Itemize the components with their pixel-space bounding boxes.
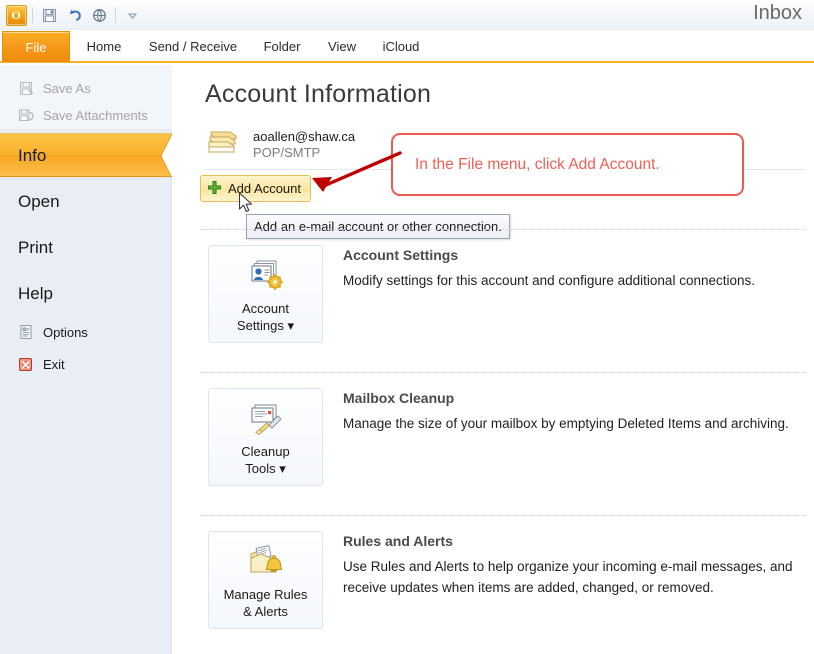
cleanup-tools-button[interactable]: Cleanup Tools ▾ [208, 388, 323, 486]
qat-divider-1 [32, 7, 33, 23]
account-settings-button[interactable]: Account Settings ▾ [208, 245, 323, 343]
cleanup-tools-icon [248, 401, 284, 437]
account-email: aoallen@shaw.ca [253, 128, 356, 144]
sidebar-item-open[interactable]: Open [18, 187, 60, 217]
rules-alerts-heading: Rules and Alerts [343, 533, 453, 549]
account-type: POP/SMTP [253, 144, 321, 160]
mail-folder-stack-icon [205, 126, 243, 163]
manage-rules-alerts-button[interactable]: Manage Rules & Alerts [208, 531, 323, 629]
undo-icon[interactable] [62, 3, 86, 27]
account-settings-button-label: Account Settings ▾ [236, 301, 295, 333]
rules-alerts-icon [248, 544, 284, 580]
sidebar-item-save-attachments-label: Save Attachments [43, 107, 148, 123]
green-plus-icon [207, 180, 222, 198]
tab-folder[interactable]: Folder [256, 31, 308, 62]
page-title: Account Information [205, 80, 432, 108]
save-attachments-icon [18, 107, 35, 124]
options-icon [18, 324, 34, 340]
ribbon-tab-bar: File Home Send / Receive Folder View iCl… [0, 30, 814, 63]
section-separator-1 [200, 229, 806, 230]
chevron-down-icon: ▾ [279, 461, 286, 476]
customize-qat-chevron-icon[interactable] [120, 3, 144, 27]
outlook-logo-glyph: O [11, 8, 21, 22]
quick-access-toolbar: O [4, 2, 144, 28]
sidebar-item-print-label: Print [18, 238, 53, 257]
tab-icloud[interactable]: iCloud [374, 31, 428, 62]
chevron-down-icon: ▾ [287, 318, 295, 333]
tab-view[interactable]: View [320, 31, 364, 62]
add-account-tooltip: Add an e-mail account or other connectio… [246, 214, 510, 239]
sidebar-item-exit-label: Exit [43, 356, 65, 372]
manage-rules-alerts-button-label: Manage Rules & Alerts [223, 587, 308, 619]
account-settings-description: Modify settings for this account and con… [343, 273, 755, 288]
annotation-callout-text: In the File menu, click Add Account. [415, 155, 660, 173]
mailbox-cleanup-heading: Mailbox Cleanup [343, 390, 455, 406]
backstage-sidebar: Save As Save Attachments Info Open Print… [0, 65, 172, 654]
rules-alerts-description: Use Rules and Alerts to help organize yo… [343, 559, 793, 595]
mailbox-cleanup-description: Manage the size of your mailbox by empty… [343, 416, 789, 431]
sidebar-item-exit[interactable]: Exit [18, 352, 65, 376]
sidebar-item-info[interactable]: Info [0, 133, 172, 178]
tab-home[interactable]: Home [80, 31, 128, 62]
sidebar-item-options[interactable]: Options [18, 320, 88, 344]
tab-send-receive[interactable]: Send / Receive [136, 31, 250, 62]
sidebar-item-save-attachments: Save Attachments [18, 102, 148, 128]
sidebar-item-info-label: Info [18, 146, 47, 165]
qat-divider-2 [115, 7, 116, 23]
tab-file[interactable]: File [2, 31, 70, 62]
add-account-button[interactable]: Add Account [200, 175, 311, 202]
account-settings-icon [248, 258, 284, 294]
section-separator-3 [200, 515, 806, 516]
section-separator-2 [200, 372, 806, 373]
sidebar-item-help[interactable]: Help [18, 279, 53, 309]
save-as-icon [18, 80, 35, 97]
sidebar-item-options-label: Options [43, 324, 88, 340]
sidebar-selection-chevron-icon [160, 134, 172, 178]
sidebar-item-save-as-label: Save As [43, 80, 91, 96]
outlook-backstage-window: O Inbox File Home Send / Receive Folder … [0, 0, 814, 654]
sidebar-item-open-label: Open [18, 192, 60, 211]
account-texts: aoallen@shaw.ca POP/SMTP [253, 129, 355, 160]
send-receive-icon[interactable] [87, 3, 111, 27]
title-bar: O Inbox [0, 0, 814, 30]
account-settings-heading: Account Settings [343, 247, 459, 263]
sidebar-item-print[interactable]: Print [18, 233, 53, 263]
sidebar-item-help-label: Help [18, 284, 53, 303]
save-icon[interactable] [37, 3, 61, 27]
sidebar-item-save-as: Save As [18, 75, 91, 101]
window-title: Inbox [753, 2, 802, 24]
add-account-label: Add Account [228, 181, 301, 196]
exit-icon [18, 356, 34, 372]
cleanup-tools-button-label: Cleanup Tools ▾ [241, 444, 290, 476]
annotation-callout: In the File menu, click Add Account. [391, 133, 744, 196]
outlook-logo-icon[interactable]: O [4, 3, 28, 27]
